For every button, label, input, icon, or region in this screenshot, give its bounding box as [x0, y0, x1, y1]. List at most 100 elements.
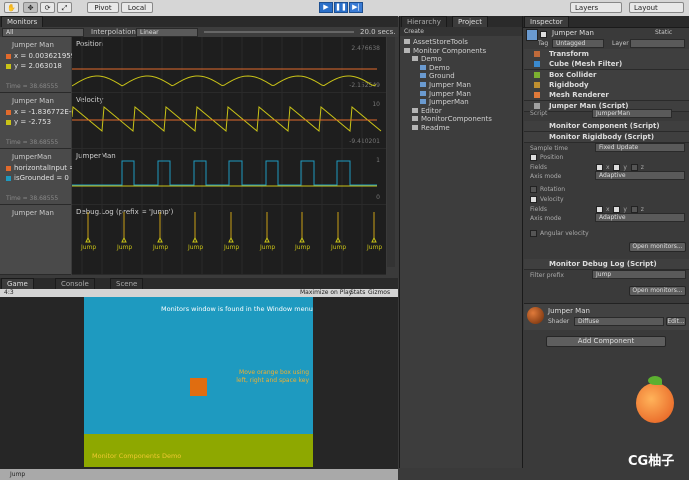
project-item[interactable]: AssetStoreTools — [404, 38, 468, 46]
orange-box — [190, 378, 207, 396]
gizmos-toggle[interactable]: Gizmos — [368, 289, 390, 296]
rotate-tool-button[interactable]: ⟳ — [40, 2, 55, 13]
aspect-dropdown[interactable]: 4:3 — [4, 289, 14, 296]
position-axis-dropdown[interactable]: Adaptive — [595, 171, 685, 180]
project-item[interactable]: Demo — [420, 64, 450, 72]
monitors-scrollbar[interactable] — [387, 37, 395, 267]
angular-velocity-toggle[interactable]: Angular velocity — [530, 230, 589, 237]
velocity-axis-dropdown[interactable]: Adaptive — [595, 213, 685, 222]
game-title-text: Monitors window is found in the Window m… — [161, 305, 313, 313]
add-component-button[interactable]: Add Component — [546, 336, 666, 347]
jump-label: Jump — [80, 244, 96, 251]
monitor-object-name: JumperMan — [12, 153, 52, 161]
watermark-logo-icon — [636, 383, 674, 423]
project-item[interactable]: Editor — [412, 107, 442, 115]
project-item[interactable]: Monitor Components — [404, 47, 486, 55]
project-item[interactable]: MonitorComponents — [412, 115, 492, 123]
tab-scene[interactable]: Scene — [110, 278, 144, 289]
monitor-rigidbody-header[interactable]: Monitor Rigidbody (Script) — [524, 132, 689, 143]
duration-slider[interactable] — [204, 31, 354, 33]
project-item[interactable]: Ground — [420, 72, 455, 80]
monitors-options-bar: All Interpolation Linear 20.0 secs. — [0, 27, 398, 37]
project-item[interactable]: Jumper Man — [420, 90, 471, 98]
position-fields[interactable]: x y z — [596, 164, 644, 171]
project-item[interactable]: JumperMan — [420, 98, 469, 106]
static-toggle[interactable]: Static — [655, 29, 672, 36]
monitor-debug-log-header[interactable]: Monitor Debug Log (Script) — [524, 259, 689, 270]
series-color-icon — [6, 165, 11, 171]
stats-toggle[interactable]: Stats — [350, 289, 365, 296]
layer-dropdown[interactable] — [630, 39, 685, 48]
tab-hierarchy[interactable]: Hierarchy — [401, 16, 447, 27]
velocity-axis-label: Axis mode — [530, 215, 562, 222]
asset-icon — [420, 82, 426, 87]
position-toggle[interactable]: Position — [530, 154, 563, 161]
script-field[interactable]: JumperMan — [592, 109, 672, 118]
game-instruction-text: Move orange box using left, right and sp… — [236, 369, 309, 384]
watermark-text: CG柚子 — [628, 454, 675, 469]
component-icon — [534, 61, 540, 68]
local-toggle[interactable]: Local — [121, 2, 153, 13]
rotation-toggle[interactable]: Rotation — [530, 186, 565, 193]
maximize-toggle[interactable]: Maximize on Play — [300, 289, 352, 296]
project-item-label: Demo — [421, 55, 442, 64]
monitor-component-header[interactable]: Monitor Component (Script) — [524, 121, 689, 132]
shader-edit-button[interactable]: Edit... — [666, 317, 686, 326]
tag-dropdown[interactable]: Untagged — [552, 39, 604, 48]
component-title: Cube (Mesh Filter) — [549, 60, 623, 69]
filter-dropdown[interactable]: All — [2, 28, 84, 37]
tab-inspector[interactable]: Inspector — [524, 16, 569, 27]
layout-dropdown[interactable]: Layout — [629, 2, 684, 13]
open-monitors-button-2[interactable]: Open monitors... — [629, 286, 686, 296]
move-tool-button[interactable]: ✥ — [23, 2, 38, 13]
open-monitors-button[interactable]: Open monitors... — [629, 242, 686, 252]
velocity-fields[interactable]: x y z — [596, 206, 644, 213]
tab-monitors[interactable]: Monitors — [1, 16, 44, 27]
jump-marker-icon — [121, 236, 127, 243]
asset-icon — [420, 64, 426, 70]
jump-marker-icon — [371, 236, 377, 243]
monitor-object-name: Jumper Man — [12, 209, 54, 217]
monitor-value: isGrounded = 0 — [6, 174, 69, 182]
velocity-toggle[interactable]: Velocity — [530, 196, 564, 203]
status-text: Jump — [10, 471, 26, 478]
project-item[interactable]: Readme — [412, 124, 450, 132]
layers-dropdown[interactable]: Layers — [570, 2, 622, 13]
hand-tool-button[interactable]: ✋ — [4, 2, 19, 13]
project-item-label: Jumper Man — [429, 81, 471, 89]
component-title: Mesh Renderer — [549, 91, 609, 100]
tab-console[interactable]: Console — [55, 278, 95, 289]
jump-label: Jump — [294, 244, 310, 251]
interpolation-dropdown[interactable]: Linear — [136, 28, 198, 37]
scale-tool-button[interactable]: ⤢ — [57, 2, 72, 13]
monitor-value-text: x = -1.836772E-07 — [14, 108, 81, 116]
object-name[interactable]: Jumper Man — [552, 29, 594, 37]
watermark-leaf-icon — [648, 376, 662, 385]
folder-icon — [404, 47, 410, 53]
shader-dropdown[interactable]: Diffuse — [574, 317, 664, 326]
tab-project[interactable]: Project — [452, 16, 488, 27]
pivot-toggle[interactable]: Pivot — [87, 2, 119, 13]
monitor-value: y = -2.753 — [6, 118, 65, 126]
project-item-label: Monitor Components — [413, 46, 487, 55]
game-viewport[interactable]: Monitors window is found in the Window m… — [84, 297, 313, 467]
project-item-label: Ground — [429, 72, 455, 81]
project-item[interactable]: Demo — [412, 55, 442, 63]
game-footer-text: Monitor Components Demo — [92, 452, 182, 460]
play-button[interactable]: ▶ — [319, 2, 333, 13]
tab-game[interactable]: Game — [1, 278, 34, 289]
project-item-label: Editor — [421, 106, 442, 115]
sample-time-dropdown[interactable]: Fixed Update — [595, 143, 685, 152]
project-toolbar: Create — [400, 27, 522, 36]
project-item[interactable]: Jumper Man — [420, 81, 471, 89]
game-ground: Monitor Components Demo — [84, 434, 313, 467]
asset-icon — [420, 90, 426, 96]
isgrounded-line — [72, 160, 377, 186]
filter-prefix-field[interactable]: Jump — [592, 270, 686, 279]
script-label: Script — [530, 110, 548, 117]
material-sphere-icon — [527, 307, 544, 324]
pause-button[interactable]: ❚❚ — [334, 2, 348, 13]
object-active-checkbox[interactable] — [540, 31, 547, 38]
create-dropdown[interactable]: Create — [404, 28, 424, 35]
step-button[interactable]: ▶| — [349, 2, 363, 13]
